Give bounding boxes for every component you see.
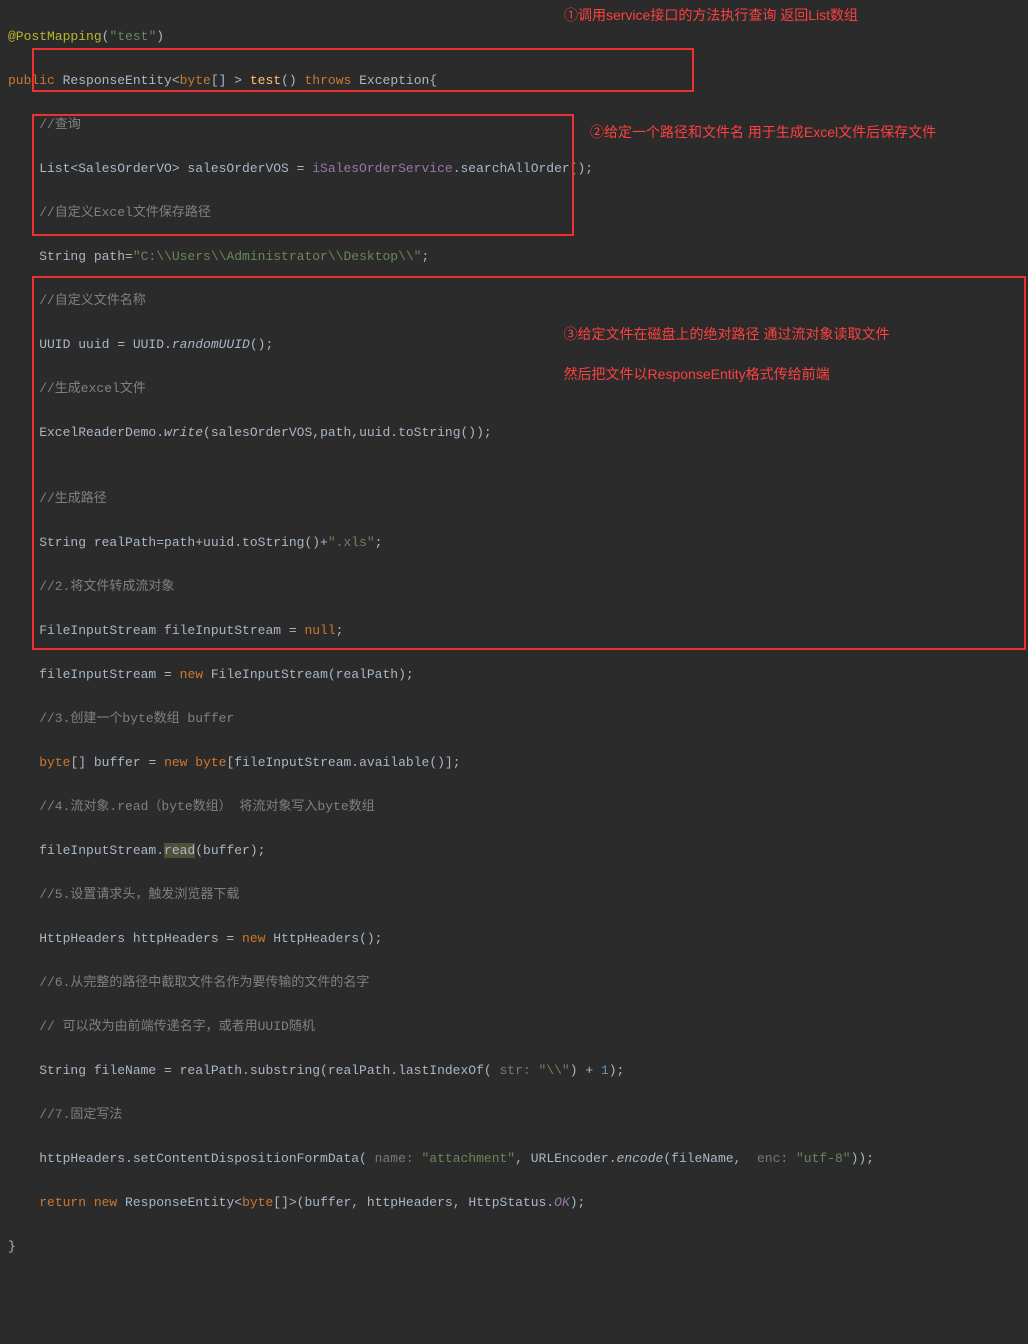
code-line: FileInputStream fileInputStream = null; — [8, 620, 1020, 642]
param-hint: enc: — [757, 1151, 796, 1166]
code-line: byte[] buffer = new byte[fileInputStream… — [8, 752, 1020, 774]
code-editor[interactable]: @PostMapping("test") public ResponseEnti… — [8, 4, 1020, 1344]
comment-line: //自定义文件名称 — [8, 290, 1020, 312]
comment-line: //4.流对象.read（byte数组） 将流对象写入byte数组 — [8, 796, 1020, 818]
code-line: HttpHeaders httpHeaders = new HttpHeader… — [8, 928, 1020, 950]
code-line: fileInputStream = new FileInputStream(re… — [8, 664, 1020, 686]
comment-line: //查询 — [8, 114, 1020, 136]
code-line: UUID uuid = UUID.randomUUID(); — [8, 334, 1020, 356]
comment-line: //自定义Excel文件保存路径 — [8, 202, 1020, 224]
comment-line: // 可以改为由前端传递名字，或者用UUID随机 — [8, 1016, 1020, 1038]
param-hint: str: — [499, 1063, 538, 1078]
string-literal: "test" — [109, 29, 156, 44]
code-line: public ResponseEntity<byte[] > test() th… — [8, 70, 1020, 92]
comment-line: //3.创建一个byte数组 buffer — [8, 708, 1020, 730]
code-line: @PostMapping("test") — [8, 26, 1020, 48]
param-hint: name: — [375, 1151, 422, 1166]
comment-line: //2.将文件转成流对象 — [8, 576, 1020, 598]
comment-line: //7.固定写法 — [8, 1104, 1020, 1126]
comment-line: //生成excel文件 — [8, 378, 1020, 400]
code-line: } — [8, 1236, 1020, 1258]
code-line: String path="C:\\Users\\Administrator\\D… — [8, 246, 1020, 268]
code-line: List<SalesOrderVO> salesOrderVOS = iSale… — [8, 158, 1020, 180]
comment-line: //5.设置请求头，触发浏览器下载 — [8, 884, 1020, 906]
comment-line: //生成路径 — [8, 488, 1020, 510]
annotation-label-1: ①调用service接口的方法执行查询 返回List数组 — [564, 5, 858, 25]
code-line: ExcelReaderDemo.write(salesOrderVOS,path… — [8, 422, 1020, 444]
code-line: return new ResponseEntity<byte[]>(buffer… — [8, 1192, 1020, 1214]
code-line: String fileName = realPath.substring(rea… — [8, 1060, 1020, 1082]
code-line: fileInputStream.read(buffer); — [8, 840, 1020, 862]
code-line: httpHeaders.setContentDispositionFormDat… — [8, 1148, 1020, 1170]
method-name: test — [250, 73, 281, 88]
comment-line: //6.从完整的路径中截取文件名作为要传输的文件的名字 — [8, 972, 1020, 994]
code-line: String realPath=path+uuid.toString()+".x… — [8, 532, 1020, 554]
annotation: @PostMapping — [8, 29, 102, 44]
warning-highlight: read — [164, 843, 195, 858]
